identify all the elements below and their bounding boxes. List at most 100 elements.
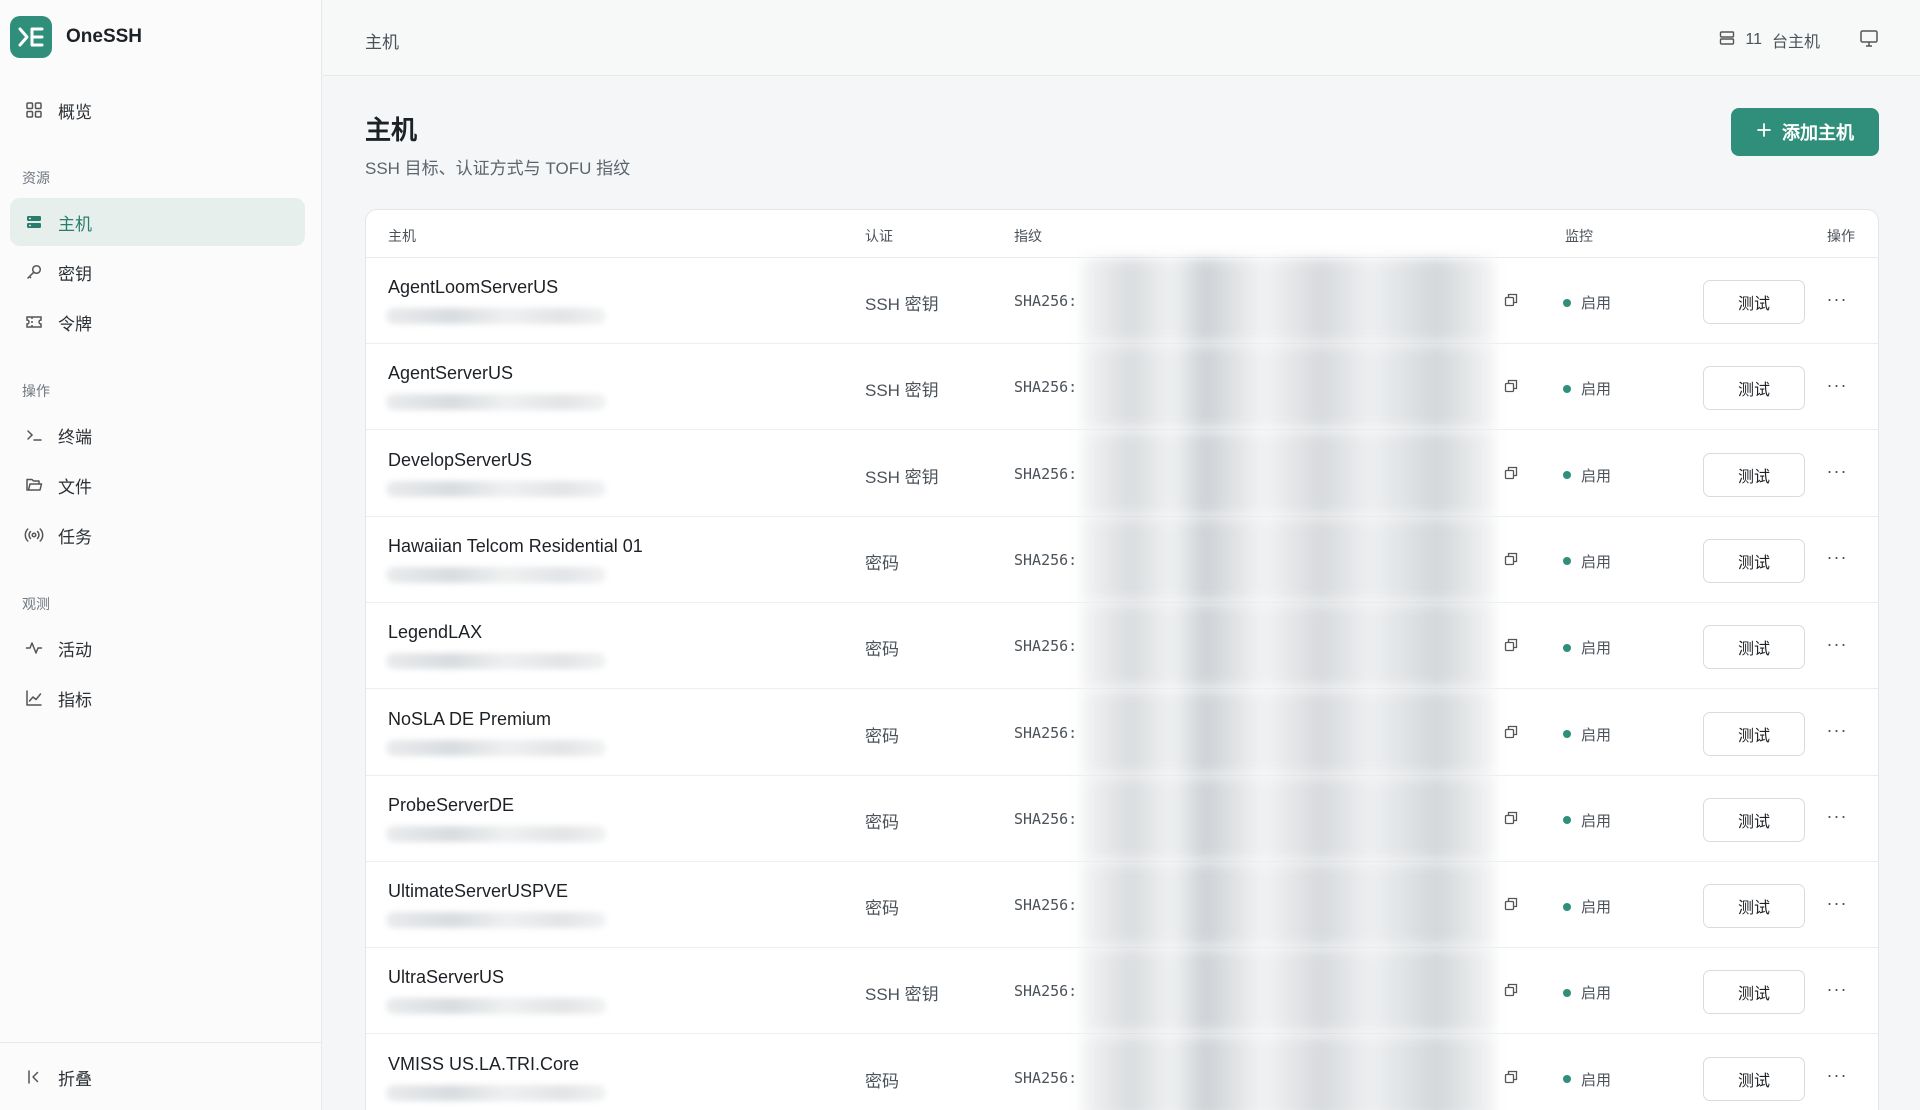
sidebar-item-activity[interactable]: 活动: [10, 624, 305, 672]
sidebar-item-hosts[interactable]: 主机: [10, 198, 305, 246]
test-button[interactable]: 测试: [1703, 711, 1805, 756]
test-button[interactable]: 测试: [1703, 797, 1805, 842]
table-row[interactable]: AgentLoomServerUS SSH 密钥 SHA256: 启用 测试 ···: [366, 258, 1878, 344]
test-button[interactable]: 测试: [1703, 625, 1805, 670]
monitor-status: 启用: [1563, 378, 1611, 399]
test-button[interactable]: 测试: [1703, 538, 1805, 583]
table-row[interactable]: ProbeServerDE 密码 SHA256: 启用 测试 ···: [366, 775, 1878, 862]
monitor-status: 启用: [1563, 292, 1611, 313]
status-dot-icon: [1563, 384, 1571, 393]
table-row[interactable]: AgentServerUS SSH 密钥 SHA256: 启用 测试 ···: [366, 344, 1878, 431]
host-count-value: 11: [1745, 31, 1762, 48]
table-row[interactable]: VMISS US.LA.TRI.Core 密码 SHA256: 启用 测试 ···: [366, 1034, 1878, 1110]
status-dot-icon: [1563, 471, 1571, 480]
auth-method: SSH 密钥: [865, 467, 939, 487]
more-options-icon[interactable]: ···: [1822, 284, 1852, 314]
copy-icon[interactable]: [1503, 896, 1519, 912]
table-row[interactable]: LegendLAX 密码 SHA256: 启用 测试 ···: [366, 603, 1878, 690]
sidebar-item-files[interactable]: 文件: [10, 461, 305, 509]
copy-icon[interactable]: [1503, 810, 1519, 826]
host-name[interactable]: ProbeServerDE: [388, 795, 514, 816]
auth-method: 密码: [865, 726, 899, 746]
column-header-fingerprint[interactable]: 指纹: [1014, 226, 1042, 246]
host-name[interactable]: VMISS US.LA.TRI.Core: [388, 1054, 579, 1075]
host-address-redacted: [386, 480, 606, 497]
sidebar-item-overview[interactable]: 概览: [10, 86, 305, 134]
sidebar-item-keys[interactable]: 密钥: [10, 248, 305, 296]
sidebar-item-label: 文件: [58, 477, 92, 497]
more-options-icon[interactable]: ···: [1822, 974, 1852, 1004]
host-count-unit: 台主机: [1771, 34, 1820, 51]
collapse-button[interactable]: 折叠: [10, 1053, 305, 1101]
table-header: 主机 认证 指纹 监控 操作: [366, 210, 1878, 258]
test-button[interactable]: 测试: [1703, 280, 1805, 324]
test-button[interactable]: 测试: [1703, 970, 1805, 1015]
host-address-redacted: [386, 653, 606, 670]
copy-icon[interactable]: [1503, 1069, 1519, 1085]
column-header-monitor[interactable]: 监控: [1565, 226, 1593, 246]
more-options-icon[interactable]: ···: [1822, 716, 1852, 746]
more-options-icon[interactable]: ···: [1822, 888, 1852, 918]
copy-icon[interactable]: [1503, 292, 1519, 308]
copy-icon[interactable]: [1503, 724, 1519, 740]
monitor-status: 启用: [1563, 551, 1611, 572]
host-name[interactable]: Hawaiian Telcom Residential 01: [388, 536, 643, 557]
test-button[interactable]: 测试: [1703, 452, 1805, 497]
fingerprint-redacted: [1081, 516, 1495, 602]
copy-icon[interactable]: [1503, 465, 1519, 481]
copy-icon[interactable]: [1503, 551, 1519, 567]
sidebar-item-metrics[interactable]: 指标: [10, 674, 305, 722]
table-row[interactable]: NoSLA DE Premium 密码 SHA256: 启用 测试 ···: [366, 689, 1878, 776]
server-icon: [24, 212, 44, 232]
status-dot-icon: [1563, 643, 1571, 652]
status-label: 启用: [1581, 640, 1612, 658]
host-name[interactable]: AgentServerUS: [388, 363, 513, 384]
fingerprint-prefix: SHA256:: [1014, 292, 1078, 310]
auth-method: SSH 密钥: [865, 985, 939, 1005]
host-name[interactable]: UltraServerUS: [388, 967, 504, 988]
brand[interactable]: OneSSH: [10, 16, 142, 58]
more-options-icon[interactable]: ···: [1822, 543, 1852, 573]
host-address-redacted: [386, 825, 606, 842]
sidebar-item-terminal[interactable]: 终端: [10, 411, 305, 459]
sidebar-item-tasks[interactable]: 任务: [10, 511, 305, 559]
more-options-icon[interactable]: ···: [1822, 629, 1852, 659]
column-header-auth[interactable]: 认证: [865, 226, 893, 246]
fingerprint-prefix: SHA256:: [1014, 378, 1078, 397]
table-row[interactable]: UltraServerUS SSH 密钥 SHA256: 启用 测试 ···: [366, 948, 1878, 1035]
host-name[interactable]: AgentLoomServerUS: [388, 277, 558, 298]
test-button[interactable]: 测试: [1703, 1056, 1805, 1101]
copy-icon[interactable]: [1503, 982, 1519, 998]
more-options-icon[interactable]: ···: [1822, 802, 1852, 832]
more-options-icon[interactable]: ···: [1822, 1061, 1852, 1091]
terminal-icon: [24, 425, 44, 445]
test-button[interactable]: 测试: [1703, 366, 1805, 411]
sidebar-item-tokens[interactable]: 令牌: [10, 298, 305, 346]
plus-icon: [1756, 122, 1772, 143]
test-button[interactable]: 测试: [1703, 884, 1805, 929]
monitor-status: 启用: [1563, 465, 1611, 486]
more-options-icon[interactable]: ···: [1822, 457, 1852, 487]
monitor-icon[interactable]: [1858, 27, 1880, 49]
copy-icon[interactable]: [1503, 378, 1519, 394]
host-name[interactable]: DevelopServerUS: [388, 450, 532, 471]
copy-icon[interactable]: [1503, 637, 1519, 653]
status-dot-icon: [1563, 902, 1571, 911]
add-host-label: 添加主机: [1782, 123, 1854, 143]
column-header-host[interactable]: 主机: [388, 226, 416, 246]
monitor-status: 启用: [1563, 724, 1611, 745]
host-name[interactable]: NoSLA DE Premium: [388, 709, 551, 730]
broadcast-icon: [24, 525, 44, 545]
fingerprint-redacted: [1081, 948, 1495, 1034]
host-name[interactable]: UltimateServerUSPVE: [388, 881, 568, 902]
add-host-button[interactable]: 添加主机: [1731, 108, 1879, 156]
host-address-redacted: [386, 394, 606, 411]
more-options-icon[interactable]: ···: [1822, 370, 1852, 400]
app-name: OneSSH: [66, 26, 143, 47]
table-row[interactable]: UltimateServerUSPVE 密码 SHA256: 启用 测试 ···: [366, 862, 1878, 949]
auth-method: 密码: [865, 899, 899, 919]
table-row[interactable]: Hawaiian Telcom Residential 01 密码 SHA256: 启…: [366, 516, 1878, 603]
host-name[interactable]: LegendLAX: [388, 622, 482, 643]
ticket-icon: [24, 312, 44, 332]
table-row[interactable]: DevelopServerUS SSH 密钥 SHA256: 启用 测试 ···: [366, 430, 1878, 517]
